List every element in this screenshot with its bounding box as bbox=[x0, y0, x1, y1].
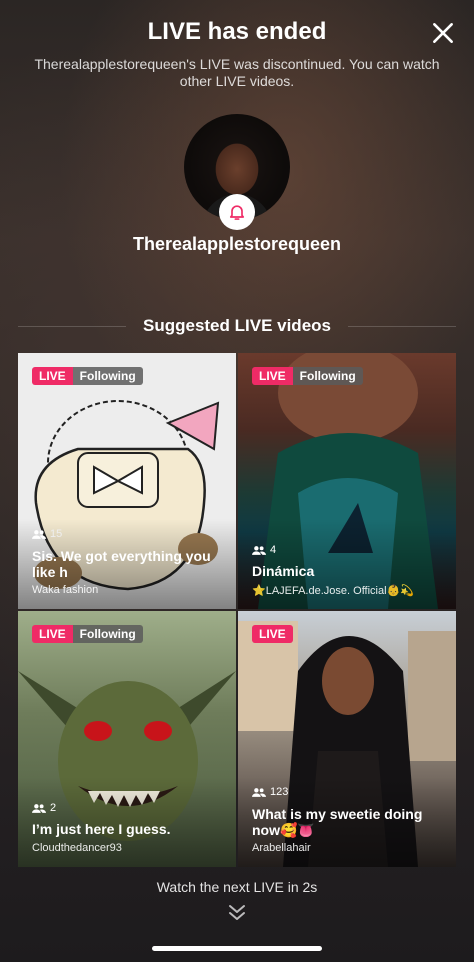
card-host: Waka fashion bbox=[32, 584, 99, 596]
viewer-count-value: 4 bbox=[270, 544, 277, 556]
live-card[interactable]: LIVE Following 15 Sis. We got everything… bbox=[18, 353, 236, 609]
viewers-icon bbox=[252, 787, 266, 797]
card-host: Cloudthedancer93 bbox=[32, 842, 122, 854]
badges: LIVE Following bbox=[252, 367, 363, 385]
badges: LIVE Following bbox=[32, 367, 143, 385]
viewer-count: 2 bbox=[32, 802, 56, 814]
next-live-countdown: Watch the next LIVE in 2s bbox=[156, 879, 318, 895]
bell-icon bbox=[229, 205, 245, 220]
viewer-count: 15 bbox=[32, 528, 62, 540]
card-host: ⭐LAJEFA.de.Jose. Official👶💫 bbox=[252, 585, 414, 597]
following-badge: Following bbox=[72, 367, 143, 385]
card-title: I’m just here I guess. bbox=[32, 821, 171, 837]
viewer-count-value: 123 bbox=[270, 786, 289, 798]
viewer-count-value: 15 bbox=[50, 528, 63, 540]
page-title: LIVE has ended bbox=[147, 18, 327, 45]
viewer-count-value: 2 bbox=[50, 802, 57, 814]
live-badge: LIVE bbox=[252, 367, 293, 385]
live-card[interactable]: LIVE 123 What is my sweetie doing now🥰👅 … bbox=[238, 611, 456, 867]
viewers-icon bbox=[252, 545, 266, 555]
notify-button[interactable] bbox=[219, 194, 255, 230]
card-host: Arabellahair bbox=[252, 842, 311, 854]
badges: LIVE bbox=[252, 625, 293, 643]
close-button[interactable] bbox=[430, 20, 456, 46]
close-icon bbox=[433, 23, 453, 43]
viewer-count: 123 bbox=[252, 786, 288, 798]
following-badge: Following bbox=[292, 367, 363, 385]
viewers-icon bbox=[32, 803, 46, 813]
card-title: What is my sweetie doing now🥰👅 bbox=[252, 806, 423, 838]
live-card[interactable]: LIVE Following 2 I’m just here I guess. … bbox=[18, 611, 236, 867]
badges: LIVE Following bbox=[32, 625, 143, 643]
live-badge: LIVE bbox=[252, 625, 293, 643]
live-badge: LIVE bbox=[32, 625, 73, 643]
viewers-icon bbox=[32, 529, 46, 539]
card-title: Dinámica bbox=[252, 563, 315, 579]
double-chevron-down-icon[interactable] bbox=[227, 904, 247, 922]
live-badge: LIVE bbox=[32, 367, 73, 385]
divider bbox=[348, 326, 456, 327]
live-card[interactable]: LIVE Following 4 Dinámica ⭐LAJEFA.de.Jos… bbox=[238, 353, 456, 609]
viewer-count: 4 bbox=[252, 544, 276, 556]
card-title: Sis. We got everything you like h bbox=[32, 548, 211, 580]
following-badge: Following bbox=[72, 625, 143, 643]
ended-message: Therealapplestorequeen's LIVE was discon… bbox=[34, 56, 440, 89]
home-indicator bbox=[152, 946, 322, 951]
host-username[interactable]: Therealapplestorequeen bbox=[0, 234, 474, 255]
